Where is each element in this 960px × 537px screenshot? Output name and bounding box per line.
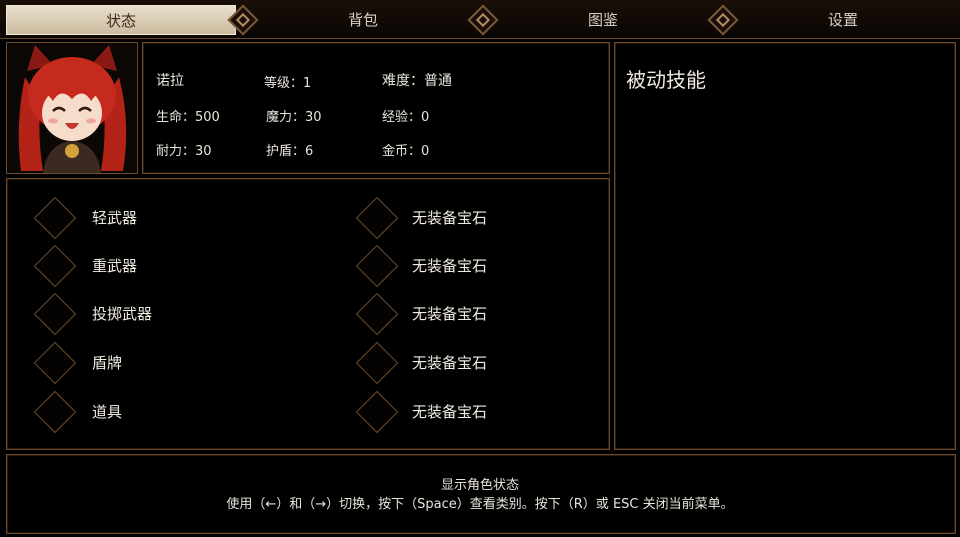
help-text: 使用（←）和（→）切换，按下（Space）查看类别。按下（R）或 ESC 关闭当… — [226, 497, 734, 512]
equipment-label: 重武器 — [92, 257, 138, 275]
red-haired-catgirl-portrait — [7, 43, 137, 173]
character-name: 诺拉 — [156, 73, 184, 89]
help-title: 显示角色状态 — [440, 478, 519, 493]
gem-label: 无装备宝石 — [412, 257, 488, 275]
equipment-label: 盾牌 — [92, 354, 123, 372]
gem-label: 无装备宝石 — [412, 305, 488, 323]
hp-stat: 生命：500 — [156, 110, 220, 125]
equipment-label: 道具 — [92, 403, 123, 421]
mp-stat: 魔力：30 — [266, 110, 322, 125]
tab-inventory[interactable]: 背包 — [254, 5, 472, 33]
shield-stat: 护盾：6 — [266, 144, 314, 159]
passive-skills-title: 被动技能 — [626, 68, 706, 92]
gem-label: 无装备宝石 — [412, 354, 488, 372]
gold-stat: 金币：0 — [382, 144, 430, 159]
equipment-label: 投掷武器 — [92, 305, 153, 323]
tab-status[interactable]: 状态 — [6, 5, 236, 35]
gem-label: 无装备宝石 — [412, 403, 488, 421]
tab-codex[interactable]: 图鉴 — [494, 5, 712, 33]
tab-bar: 状态 背包 图鉴 设置 — [0, 0, 960, 39]
equipment-label: 轻武器 — [92, 209, 138, 227]
exp-stat: 经验：0 — [382, 110, 430, 125]
stamina-stat: 耐力：30 — [156, 144, 212, 159]
difficulty-stat: 难度：普通 — [382, 73, 452, 89]
tab-settings[interactable]: 设置 — [734, 5, 952, 33]
portrait-frame — [6, 42, 138, 174]
passive-skills-panel — [614, 42, 956, 450]
level-stat: 等级：1 — [264, 76, 312, 91]
gem-label: 无装备宝石 — [412, 209, 488, 227]
